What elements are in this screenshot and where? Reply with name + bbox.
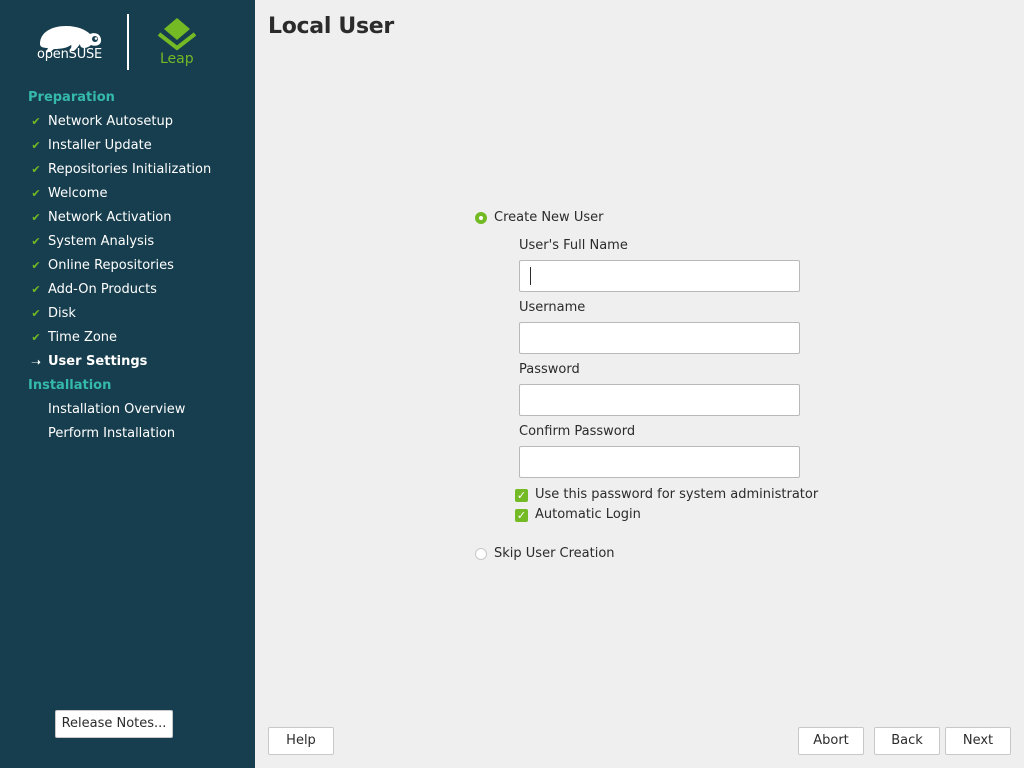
next-button[interactable]: Next	[945, 727, 1011, 755]
auto-login-checkbox[interactable]: ✓	[515, 509, 528, 522]
step-label: Repositories Initialization	[48, 162, 212, 177]
branding-area: openSUSE Leap	[0, 0, 255, 80]
check-icon: ✔	[31, 115, 41, 128]
password-label: Password	[519, 362, 580, 377]
username-label: Username	[519, 300, 586, 315]
confirm-password-label: Confirm Password	[519, 424, 636, 439]
check-icon: ✔	[31, 283, 41, 296]
section-preparation: Preparation	[28, 90, 115, 105]
step-installation-overview: Installation Overview	[0, 400, 255, 424]
leap-logo	[157, 18, 197, 51]
step-network-autosetup: ✔ Network Autosetup	[0, 112, 255, 136]
password-field[interactable]	[519, 384, 800, 416]
admin-password-checkbox[interactable]: ✓	[515, 489, 528, 502]
step-add-on-products: ✔ Add-On Products	[0, 280, 255, 304]
check-icon: ✔	[31, 259, 41, 272]
step-label: Online Repositories	[48, 258, 174, 273]
back-button[interactable]: Back	[874, 727, 940, 755]
step-label: Network Autosetup	[48, 114, 173, 129]
step-online-repositories: ✔ Online Repositories	[0, 256, 255, 280]
auto-login-label[interactable]: Automatic Login	[535, 507, 641, 522]
text-cursor	[530, 267, 531, 285]
step-system-analysis: ✔ System Analysis	[0, 232, 255, 256]
step-repositories-initialization: ✔ Repositories Initialization	[0, 160, 255, 184]
step-network-activation: ✔ Network Activation	[0, 208, 255, 232]
step-label: User Settings	[48, 354, 148, 369]
admin-password-label[interactable]: Use this password for system administrat…	[535, 487, 818, 502]
check-icon: ✔	[31, 331, 41, 344]
check-icon: ✔	[31, 139, 41, 152]
step-label: System Analysis	[48, 234, 155, 249]
step-time-zone: ✔ Time Zone	[0, 328, 255, 352]
confirm-password-field[interactable]	[519, 446, 800, 478]
release-notes-button[interactable]: Release Notes...	[55, 710, 173, 738]
leap-wordmark: Leap	[160, 51, 194, 67]
skip-user-creation-radio[interactable]	[475, 548, 487, 560]
create-new-user-radio[interactable]	[475, 212, 487, 224]
check-icon: ✔	[31, 307, 41, 320]
step-welcome: ✔ Welcome	[0, 184, 255, 208]
step-label: Welcome	[48, 186, 108, 201]
installer-sidebar: openSUSE Leap Preparation ✔ Network Autos…	[0, 0, 255, 768]
step-label: Installation Overview	[48, 402, 186, 417]
check-icon: ✔	[31, 187, 41, 200]
full-name-field[interactable]	[519, 260, 800, 292]
logo-divider	[127, 14, 129, 70]
step-label: Installer Update	[48, 138, 152, 153]
check-icon: ✔	[31, 235, 41, 248]
step-installer-update: ✔ Installer Update	[0, 136, 255, 160]
help-button[interactable]: Help	[268, 727, 334, 755]
step-perform-installation: Perform Installation	[0, 424, 255, 448]
step-label: Add-On Products	[48, 282, 157, 297]
check-icon: ✔	[31, 211, 41, 224]
step-label: Perform Installation	[48, 426, 176, 441]
step-label: Network Activation	[48, 210, 172, 225]
skip-user-creation-label[interactable]: Skip User Creation	[494, 546, 615, 561]
section-installation: Installation	[28, 378, 112, 393]
step-disk: ✔ Disk	[0, 304, 255, 328]
arrow-right-icon: ➝	[30, 355, 42, 369]
step-label: Time Zone	[48, 330, 118, 345]
installation-steps: Preparation ✔ Network Autosetup ✔ Installe…	[0, 88, 255, 448]
page-title: Local User	[268, 14, 394, 39]
abort-button[interactable]: Abort	[798, 727, 864, 755]
full-name-label: User's Full Name	[519, 238, 628, 253]
step-label: Disk	[48, 306, 76, 321]
username-field[interactable]	[519, 322, 800, 354]
opensuse-wordmark: openSUSE	[37, 47, 103, 62]
check-icon: ✔	[31, 163, 41, 176]
create-new-user-label[interactable]: Create New User	[494, 210, 603, 225]
step-user-settings: ➝ User Settings	[0, 352, 255, 376]
